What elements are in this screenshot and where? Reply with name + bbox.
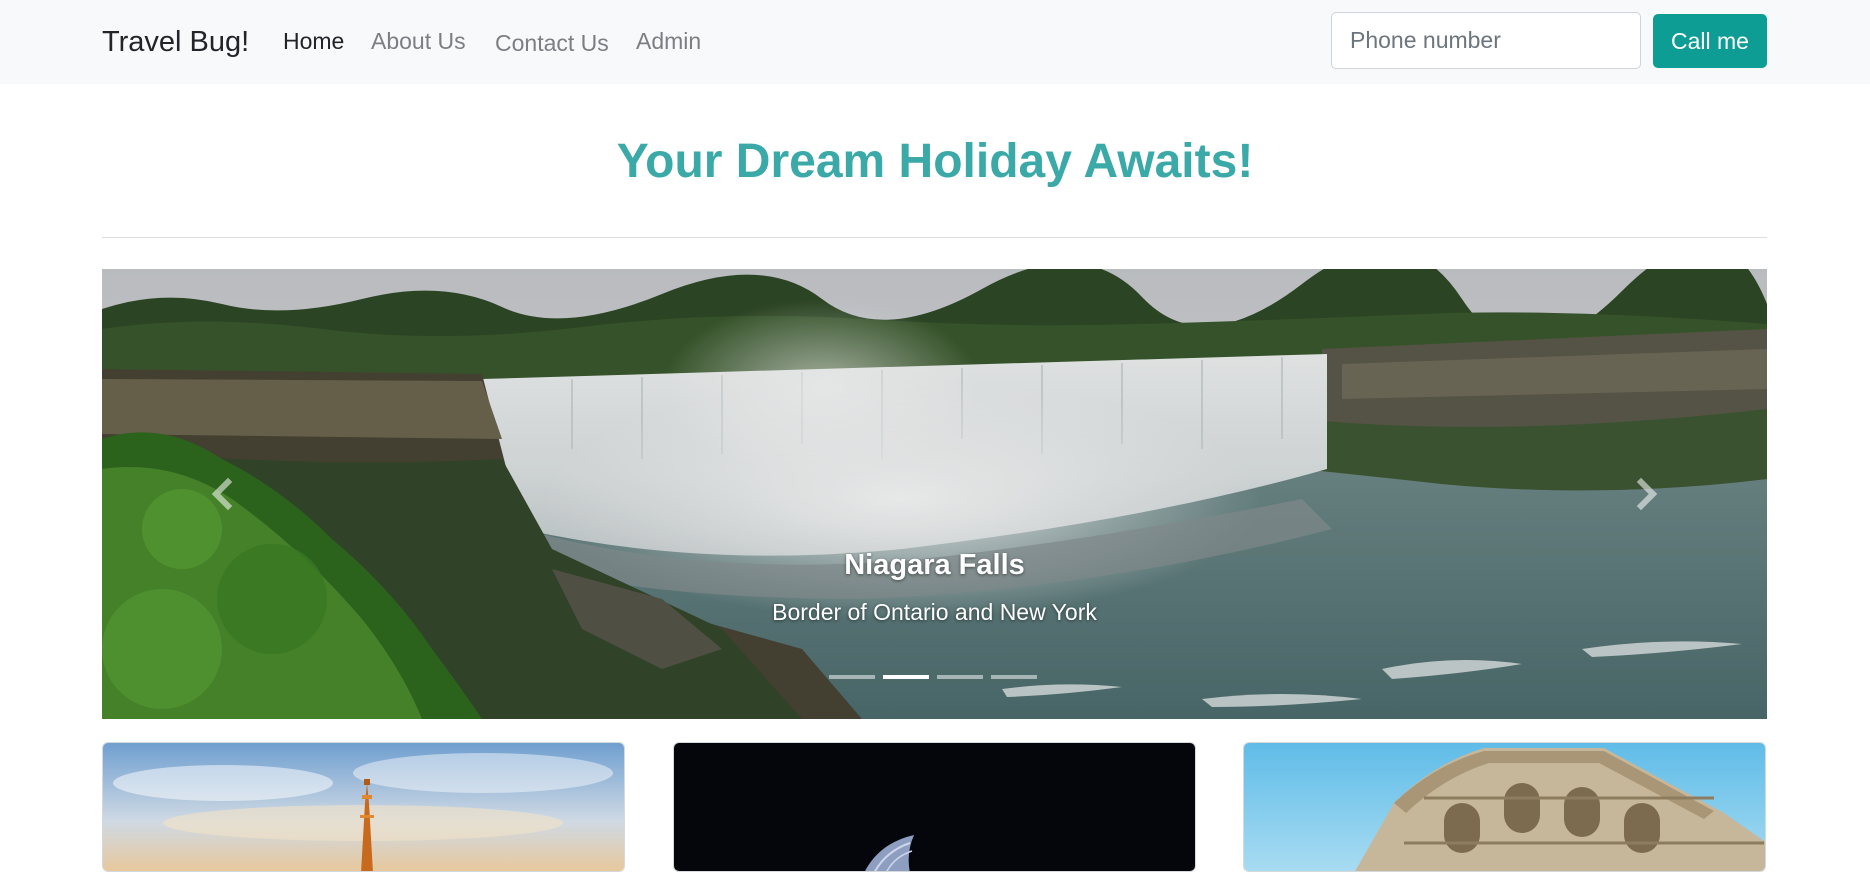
sydney-opera-house-image — [674, 743, 1195, 871]
page-headline: Your Dream Holiday Awaits! — [616, 135, 1254, 188]
carousel-next-control[interactable] — [1617, 464, 1677, 524]
carousel-caption-subtitle: Border of Ontario and New York — [772, 599, 1097, 625]
carousel-indicator[interactable] — [829, 675, 875, 679]
carousel-caption-title: Niagara Falls — [844, 549, 1025, 581]
call-me-button[interactable]: Call me — [1653, 14, 1767, 68]
navbar: Travel Bug! Home About Us Contact Us Adm… — [0, 0, 1870, 84]
niagara-falls-image — [102, 269, 1767, 719]
nav-link-home[interactable]: Home — [283, 24, 344, 58]
carousel[interactable]: Niagara Falls Border of Ontario and New … — [102, 269, 1767, 719]
destination-card-sydney[interactable] — [673, 742, 1196, 872]
colosseum-image — [1244, 743, 1765, 871]
eiffel-tower-image — [103, 743, 624, 871]
nav-link-about-us[interactable]: About Us — [371, 24, 466, 58]
chevron-left-icon — [211, 477, 233, 511]
phone-number-input[interactable] — [1331, 12, 1641, 69]
nav-link-admin[interactable]: Admin — [636, 24, 701, 58]
carousel-indicator-active[interactable] — [883, 675, 929, 679]
carousel-prev-control[interactable] — [192, 464, 252, 524]
carousel-indicator[interactable] — [991, 675, 1037, 679]
destination-card-rome[interactable] — [1243, 742, 1766, 872]
brand-logo[interactable]: Travel Bug! — [102, 22, 249, 62]
chevron-right-icon — [1636, 477, 1658, 511]
divider — [102, 237, 1767, 238]
nav-link-contact-us[interactable]: Contact Us — [495, 26, 609, 60]
carousel-indicator[interactable] — [937, 675, 983, 679]
destination-card-paris[interactable] — [102, 742, 625, 872]
